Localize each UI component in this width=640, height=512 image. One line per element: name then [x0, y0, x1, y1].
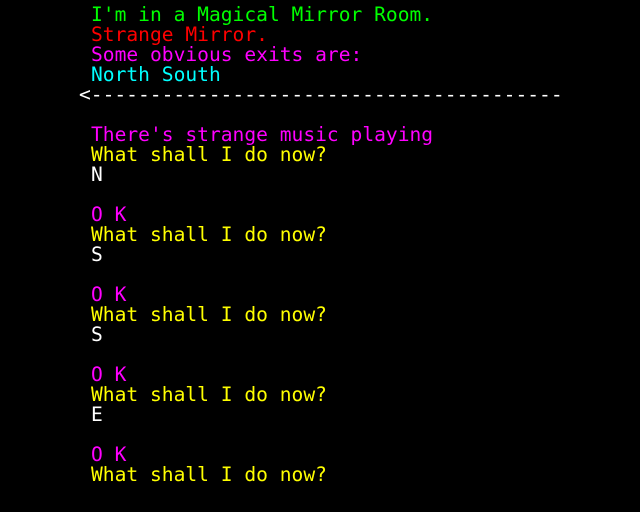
prompt-line: What shall I do now? [91, 303, 327, 326]
player-command: E [91, 403, 103, 426]
response-line: O K [91, 363, 127, 386]
prompt-line: What shall I do now? [91, 463, 327, 486]
message-line: There's strange music playing [91, 123, 434, 146]
player-command: S [91, 323, 103, 346]
response-line: O K [91, 203, 127, 226]
exits-list: North South [91, 63, 221, 86]
prompt-line: What shall I do now? [91, 223, 327, 246]
room-item: Strange Mirror. [91, 23, 268, 46]
prompt-line: What shall I do now? [91, 383, 327, 406]
game-screen: I'm in a Magical Mirror Room. Strange Mi… [0, 0, 640, 512]
response-line: O K [91, 443, 127, 466]
prompt-line: What shall I do now? [91, 143, 327, 166]
divider-line: <---------------------------------------… [79, 85, 560, 105]
player-command: N [91, 163, 103, 186]
room-title: I'm in a Magical Mirror Room. [91, 3, 434, 26]
player-command: S [91, 243, 103, 266]
response-line: O K [91, 283, 127, 306]
exits-heading: Some obvious exits are: [91, 43, 363, 66]
